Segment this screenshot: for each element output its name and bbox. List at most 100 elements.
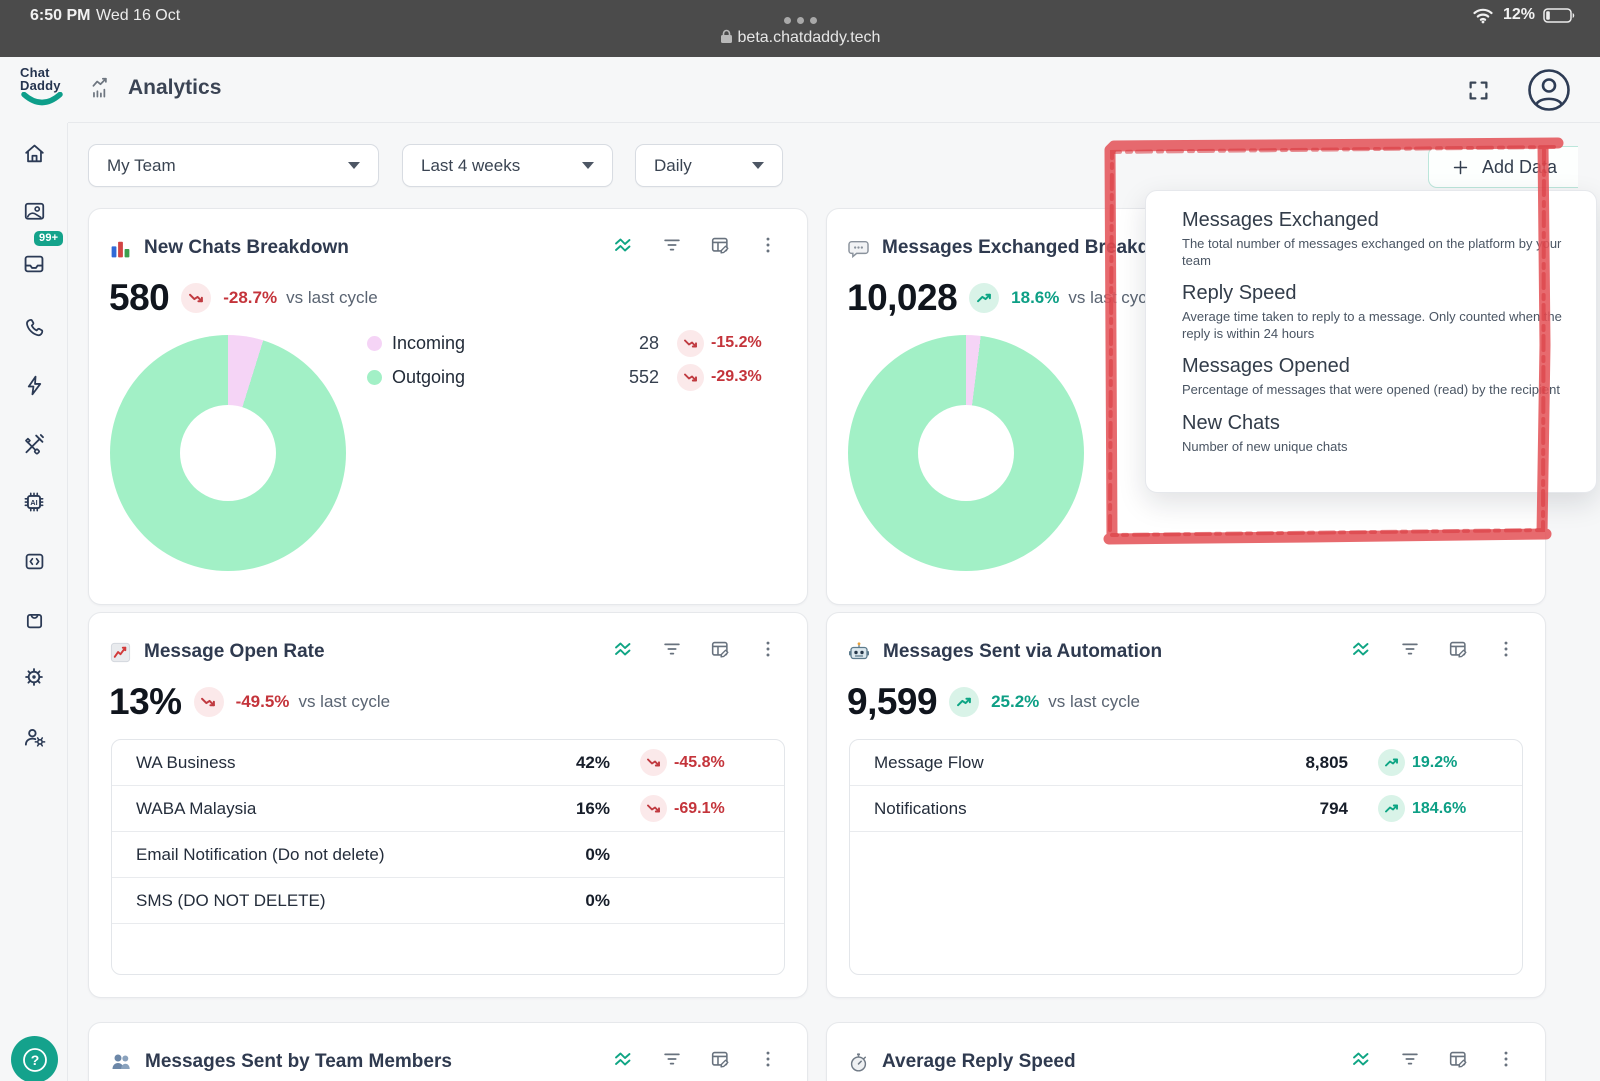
table-edit-icon[interactable] bbox=[709, 638, 731, 660]
table-row[interactable]: SMS (DO NOT DELETE) 0% bbox=[112, 878, 784, 924]
plus-icon bbox=[1451, 158, 1470, 177]
new-chats-donut-chart bbox=[110, 335, 346, 571]
legend-item-incoming: Incoming 28 -15.2% bbox=[367, 326, 781, 360]
sidebar-item-store[interactable] bbox=[10, 595, 58, 643]
messages-exchanged-donut-chart bbox=[848, 335, 1084, 571]
battery-icon bbox=[1543, 8, 1576, 23]
table-edit-icon[interactable] bbox=[709, 234, 731, 256]
table-row[interactable]: Message Flow 8,805 19.2% bbox=[850, 740, 1522, 786]
sidebar-item-settings[interactable] bbox=[10, 653, 58, 701]
lock-icon bbox=[720, 29, 733, 44]
table-row[interactable]: Notifications 794 184.6% bbox=[850, 786, 1522, 832]
sidebar-item-developer[interactable] bbox=[10, 537, 58, 585]
card-title: Messages Sent via Automation bbox=[883, 641, 1162, 663]
trend-down-badge bbox=[640, 749, 667, 776]
table-edit-icon[interactable] bbox=[709, 1048, 731, 1070]
home-icon bbox=[22, 141, 47, 166]
trend-down-badge bbox=[194, 687, 224, 717]
sidebar-item-user-settings[interactable] bbox=[10, 713, 58, 761]
trends-icon[interactable] bbox=[613, 1048, 635, 1070]
stopwatch-icon bbox=[847, 1051, 870, 1074]
chart-legend: Incoming 28 -15.2% Outgoing 552 -29.3% bbox=[367, 326, 781, 394]
trend-down-badge bbox=[677, 364, 704, 391]
menu-item-messages-exchanged[interactable]: Messages Exchanged The total number of m… bbox=[1182, 208, 1576, 269]
table-row[interactable]: WABA Malaysia 16% -69.1% bbox=[112, 786, 784, 832]
sidebar: 99+ AI ? bbox=[0, 123, 68, 1081]
card-title: Messages Sent by Team Members bbox=[145, 1051, 452, 1073]
contact-card-icon bbox=[22, 199, 47, 224]
unread-badge: 99+ bbox=[34, 231, 63, 246]
incoming-dot bbox=[367, 336, 382, 351]
analytics-icon bbox=[88, 75, 114, 101]
stat-value: 10,028 bbox=[847, 277, 957, 319]
filter-icon[interactable] bbox=[1399, 1048, 1421, 1070]
filter-icon[interactable] bbox=[661, 234, 683, 256]
add-data-button[interactable]: Add Data bbox=[1428, 146, 1578, 188]
sidebar-item-contacts[interactable] bbox=[10, 187, 58, 235]
kebab-menu-icon[interactable] bbox=[757, 234, 779, 256]
outgoing-dot bbox=[367, 370, 382, 385]
table-edit-icon[interactable] bbox=[1447, 638, 1469, 660]
sidebar-item-calls[interactable] bbox=[10, 303, 58, 351]
delta-value: 18.6% bbox=[1011, 288, 1059, 308]
trends-icon[interactable] bbox=[613, 638, 635, 660]
card-new-chats-breakdown: New Chats Breakdown 580 -28.7% vs last c… bbox=[88, 208, 808, 605]
kebab-menu-icon[interactable] bbox=[757, 1048, 779, 1070]
sidebar-item-ai[interactable]: AI bbox=[10, 478, 58, 526]
stat-value: 9,599 bbox=[847, 681, 937, 723]
card-message-open-rate: Message Open Rate 13% -49.5% vs last cyc… bbox=[88, 612, 808, 998]
chatdaddy-logo[interactable]: Chat Daddy bbox=[20, 66, 68, 111]
trend-up-badge bbox=[949, 687, 979, 717]
user-gear-icon bbox=[21, 724, 47, 750]
delta-value: -28.7% bbox=[223, 288, 277, 308]
kebab-menu-icon[interactable] bbox=[1495, 1048, 1517, 1070]
menu-item-messages-opened[interactable]: Messages Opened Percentage of messages t… bbox=[1182, 354, 1576, 399]
address-bar[interactable]: beta.chatdaddy.tech bbox=[0, 29, 1600, 47]
table-edit-icon[interactable] bbox=[1447, 1048, 1469, 1070]
phone-icon bbox=[22, 315, 47, 340]
kebab-menu-icon[interactable] bbox=[757, 638, 779, 660]
filter-icon[interactable] bbox=[661, 1048, 683, 1070]
table-row[interactable]: Email Notification (Do not delete) 0% bbox=[112, 832, 784, 878]
menu-item-new-chats[interactable]: New Chats Number of new unique chats bbox=[1182, 411, 1576, 456]
tools-icon bbox=[21, 431, 47, 457]
card-title: Messages Exchanged Breakdown bbox=[882, 237, 1187, 259]
profile-avatar[interactable] bbox=[1526, 67, 1572, 113]
menu-item-reply-speed[interactable]: Reply Speed Average time taken to reply … bbox=[1182, 281, 1576, 342]
speech-bubble-icon bbox=[847, 237, 870, 260]
sidebar-item-home[interactable] bbox=[10, 129, 58, 177]
card-average-reply-speed: Average Reply Speed bbox=[826, 1022, 1546, 1081]
granularity-select[interactable]: Daily bbox=[635, 144, 783, 187]
kebab-menu-icon[interactable] bbox=[1495, 638, 1517, 660]
team-select[interactable]: My Team bbox=[88, 144, 379, 187]
card-title: Average Reply Speed bbox=[882, 1051, 1076, 1073]
page-title: Analytics bbox=[128, 76, 221, 100]
trends-icon[interactable] bbox=[1351, 1048, 1373, 1070]
delta-value: -49.5% bbox=[236, 692, 290, 712]
date-range-select[interactable]: Last 4 weeks bbox=[402, 144, 613, 187]
table-row[interactable]: WA Business 42% -45.8% bbox=[112, 740, 784, 786]
sidebar-item-integrations[interactable] bbox=[10, 420, 58, 468]
ai-chip-icon: AI bbox=[21, 489, 47, 515]
app-header: Chat Daddy Analytics bbox=[0, 57, 1600, 123]
sidebar-item-automations[interactable] bbox=[10, 361, 58, 409]
trend-up-badge bbox=[1378, 749, 1405, 776]
wifi-icon bbox=[1471, 6, 1495, 24]
card-messages-sent-via-automation: Messages Sent via Automation 9,599 25.2%… bbox=[826, 612, 1546, 998]
sidebar-item-chats[interactable]: 99+ bbox=[10, 240, 58, 288]
filter-icon[interactable] bbox=[1399, 638, 1421, 660]
fullscreen-icon[interactable] bbox=[1465, 77, 1492, 104]
page-dots[interactable] bbox=[0, 11, 1600, 29]
gear-icon bbox=[21, 664, 47, 690]
automation-table: Message Flow 8,805 19.2% Notifications 7… bbox=[849, 739, 1523, 975]
trend-down-badge bbox=[677, 330, 704, 357]
trends-icon[interactable] bbox=[613, 234, 635, 256]
card-messages-sent-by-team-members: Messages Sent by Team Members bbox=[88, 1022, 808, 1081]
stat-value: 580 bbox=[109, 277, 169, 319]
delta-suffix: vs last cycle bbox=[298, 692, 390, 712]
help-button[interactable]: ? bbox=[11, 1036, 58, 1081]
svg-text:AI: AI bbox=[30, 499, 37, 507]
trends-icon[interactable] bbox=[1351, 638, 1373, 660]
filter-icon[interactable] bbox=[661, 638, 683, 660]
table-row-empty bbox=[850, 832, 1522, 975]
